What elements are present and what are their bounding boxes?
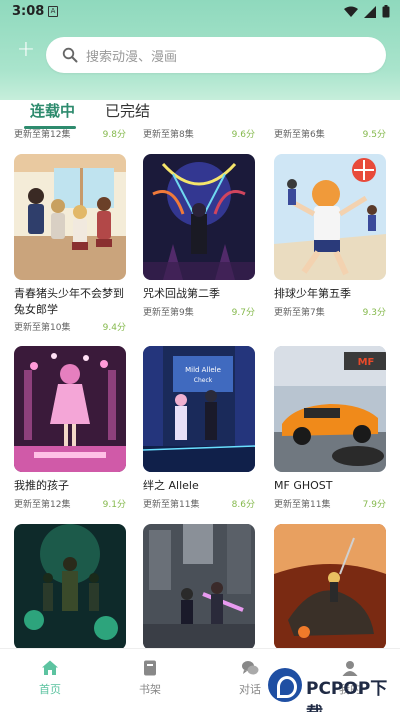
tab-bar: 连载中 已完结 bbox=[0, 100, 400, 129]
add-button[interactable]: + bbox=[16, 39, 36, 61]
anime-cover[interactable]: MF bbox=[274, 346, 386, 472]
header: 3:08 A + 搜索动漫、漫画 bbox=[0, 0, 400, 100]
tab-completed[interactable]: 已完结 bbox=[105, 100, 150, 121]
score-text: 9.1分 bbox=[102, 500, 126, 510]
anime-meta: 更新至第12集 9.1分 bbox=[14, 497, 126, 510]
wifi-icon bbox=[344, 6, 358, 17]
update-text: 更新至第8集 bbox=[143, 130, 194, 140]
update-text: 更新至第6集 bbox=[274, 130, 325, 140]
status-bar: 3:08 A bbox=[0, 0, 400, 24]
anime-cover[interactable]: Mild Allele Check bbox=[143, 346, 255, 472]
score-text: 9.5分 bbox=[362, 130, 386, 140]
anime-title: 青春猪头少年不会梦到兔女郎学 bbox=[14, 287, 124, 316]
notification-icon: A bbox=[48, 6, 58, 17]
nav-bookshelf[interactable]: 书架 bbox=[120, 659, 180, 697]
search-icon bbox=[62, 47, 78, 63]
watermark-logo: PCPOP下载 bbox=[268, 664, 396, 712]
search-bar[interactable]: 搜索动漫、漫画 bbox=[46, 37, 386, 73]
score-text: 9.4分 bbox=[102, 323, 126, 333]
update-text: 更新至第11集 bbox=[274, 500, 331, 510]
anime-meta: 更新至第9集 9.7分 bbox=[143, 305, 255, 318]
anime-cover[interactable] bbox=[14, 524, 126, 650]
anime-title: MF GHOST bbox=[274, 479, 333, 492]
anime-meta: 更新至第10集 9.4分 bbox=[14, 320, 126, 333]
watermark-text: PCPOP下载 bbox=[306, 679, 388, 712]
score-text: 9.3分 bbox=[362, 308, 386, 318]
score-text: 8.6分 bbox=[231, 500, 255, 510]
watermark-icon bbox=[268, 668, 302, 702]
svg-text:Check: Check bbox=[194, 377, 213, 384]
score-text: 9.6分 bbox=[231, 130, 255, 140]
nav-bookshelf-label: 书架 bbox=[139, 683, 161, 696]
anime-cover[interactable] bbox=[14, 346, 126, 472]
update-text: 更新至第10集 bbox=[14, 323, 71, 333]
anime-cover[interactable] bbox=[143, 154, 255, 280]
svg-text:Mild Allele: Mild Allele bbox=[185, 366, 221, 374]
nav-home-label: 首页 bbox=[39, 683, 61, 696]
update-text: 更新至第9集 bbox=[143, 308, 194, 318]
anime-title: 排球少年第五季 bbox=[274, 287, 351, 300]
signal-icon bbox=[364, 5, 376, 18]
anime-cover[interactable] bbox=[274, 524, 386, 650]
anime-meta: 更新至第11集 8.6分 bbox=[143, 497, 255, 510]
partial-row: 更新至第12集 9.8分 更新至第8集 9.6分 更新至第6集 9.5分 bbox=[0, 127, 400, 141]
system-icons bbox=[344, 5, 390, 18]
anime-cover[interactable] bbox=[14, 154, 126, 280]
anime-title: 咒术回战第二季 bbox=[143, 287, 220, 300]
score-text: 7.9分 bbox=[362, 500, 386, 510]
update-text: 更新至第7集 bbox=[274, 308, 325, 318]
bookshelf-icon bbox=[144, 660, 156, 676]
search-input[interactable]: 搜索动漫、漫画 bbox=[86, 46, 177, 65]
battery-icon bbox=[382, 5, 390, 18]
update-text: 更新至第12集 bbox=[14, 500, 71, 510]
tab-serializing[interactable]: 连载中 bbox=[30, 100, 75, 121]
home-icon bbox=[42, 660, 58, 675]
nav-home[interactable]: 首页 bbox=[20, 659, 80, 697]
svg-text:MF: MF bbox=[358, 357, 375, 368]
anime-title: 我推的孩子 bbox=[14, 479, 69, 492]
anime-meta: 更新至第7集 9.3分 bbox=[274, 305, 386, 318]
anime-title: 绊之 Allele bbox=[143, 479, 199, 492]
anime-cover[interactable] bbox=[143, 524, 255, 650]
anime-cover[interactable] bbox=[274, 154, 386, 280]
score-text: 9.7分 bbox=[231, 308, 255, 318]
score-text: 9.8分 bbox=[102, 130, 126, 140]
anime-meta: 更新至第11集 7.9分 bbox=[274, 497, 386, 510]
update-text: 更新至第12集 bbox=[14, 130, 71, 140]
chat-icon bbox=[242, 661, 259, 675]
update-text: 更新至第11集 bbox=[143, 500, 200, 510]
status-time: 3:08 bbox=[12, 4, 45, 19]
